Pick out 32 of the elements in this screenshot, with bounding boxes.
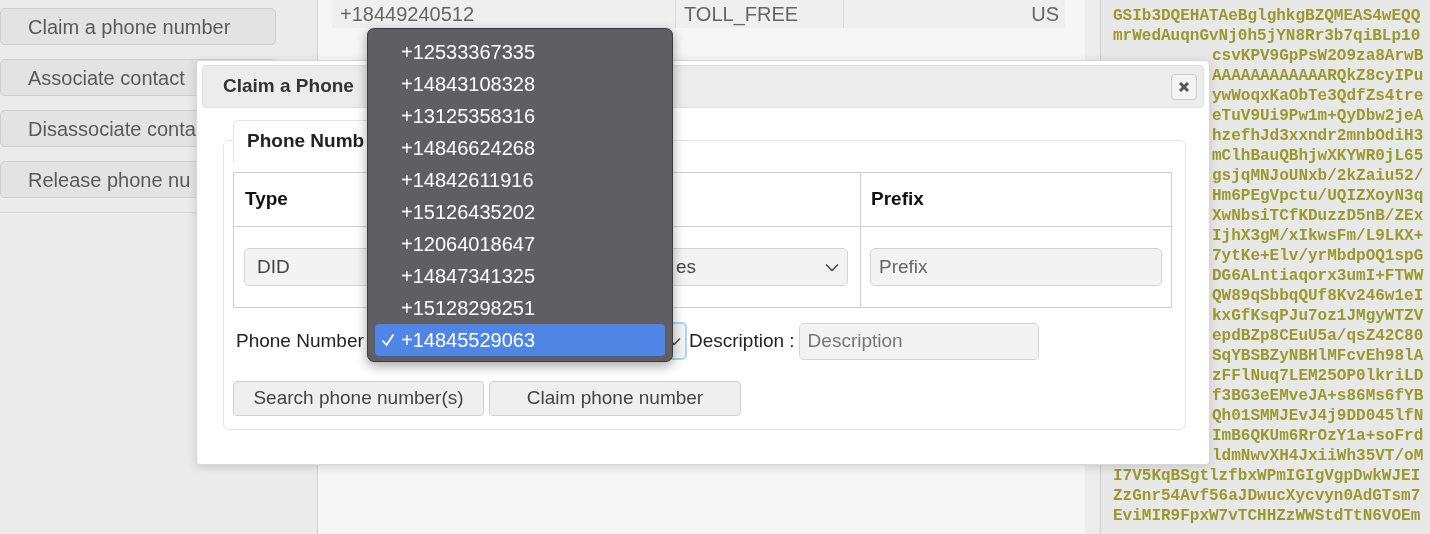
code-line: 7ytKe+Elv/yrMbdpOQ1spG [1212, 246, 1424, 266]
code-line: AAAAAAAAAAAARQkZ8cyIPu [1212, 66, 1424, 86]
code-line: f3BG3eEMveJA+s86Ms6fYB [1212, 386, 1424, 406]
code-line: DG6ALntiaqorx3umI+FTWW [1212, 266, 1424, 286]
code-line: ywWoqxKaObTe3QdfZs4tre [1212, 86, 1424, 106]
code-line: gsjqMNJoUNxb/2kZaiu52/ [1212, 166, 1424, 186]
code-line: QW89qSbbqQUf8Kv246w1eI [1212, 286, 1424, 306]
code-line: ldmNwvXH4JxiiWh35VT/oM [1212, 446, 1424, 466]
table-cell: +18449240512 [332, 0, 675, 28]
code-line: ImB6QKUm6RrOzY1a+soFrd [1212, 426, 1424, 446]
code-line: EviMIR9FpxW7vTCHHZzWWStdTtN6VOEm [1113, 506, 1421, 526]
code-line: csvKPV9GpPsW2O9za8ArwB [1212, 46, 1424, 66]
code-line: IjhX3gM/xIkwsFm/L9LKX+ [1212, 226, 1424, 246]
code-line: ZzGnr54Avf56aJDwucXycvyn0AdGTsm7 [1113, 486, 1421, 506]
code-line: eTuV9Ui9Pw1m+QyDbw2jeA [1212, 106, 1424, 126]
field-label: Description : [689, 328, 795, 353]
code-line: Hm6PEgVpctu/UQIZXoyN3q [1212, 186, 1424, 206]
code-line: XwNbsiTCfKDuzzD5nB/ZEx [1212, 206, 1424, 226]
code-line: kxGfKsqPJu7oz1JMgyWTZV [1212, 306, 1424, 326]
table-header: Prefix [861, 173, 1173, 227]
code-line: hzefhJd3xxndr2mnbOdiH3 [1212, 126, 1424, 146]
code-line: mClhBauQBhjwXKYWR0jL65 [1212, 146, 1424, 166]
code-line: I7V5KqBSgtlzfbxWPmIGIgVgpDwkWJEI [1113, 466, 1421, 486]
table-cell: US [843, 0, 1065, 28]
code-line: epdBZp8CEuU5a/qsZ42C80 [1212, 326, 1424, 346]
code-line: Qh01SMMJEvJ4j9DD045lfN [1212, 406, 1424, 426]
field-label: Phone Number [236, 328, 365, 353]
code-line: zFFlNuq7LEM25OP0lkriLD [1212, 366, 1424, 386]
code-line: mrWedAuqnGvNj0h5jYN8Rr3b7qiBLp10 [1113, 26, 1421, 46]
code-line: GSIb3DQEHATAeBglghkgBZQMEAS4wEQQ [1113, 6, 1421, 26]
code-line: SqYBSBZyNBHlMFcvEh98lA [1212, 346, 1424, 366]
table-cell: TOLL_FREE [675, 0, 843, 28]
